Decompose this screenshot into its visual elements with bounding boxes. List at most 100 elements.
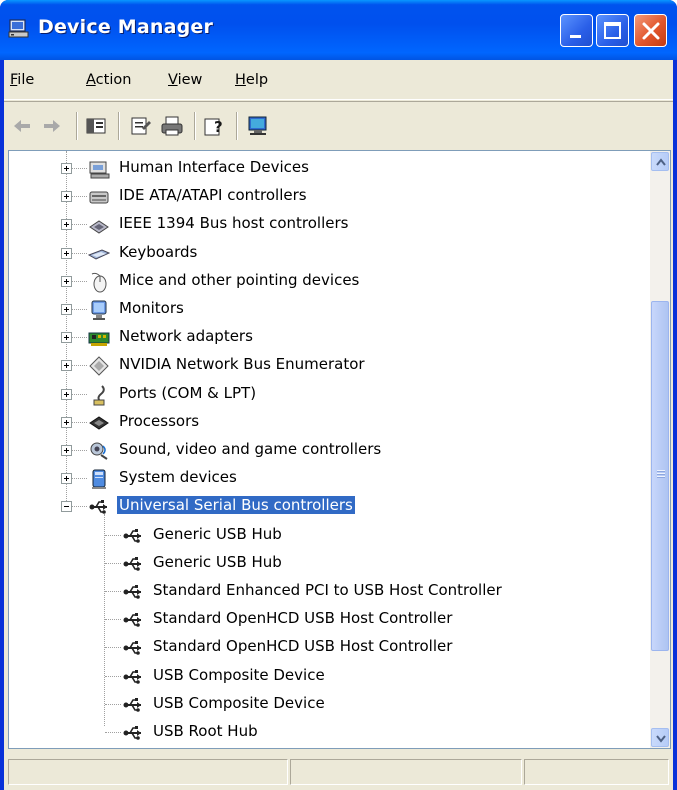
system-device-icon <box>88 468 110 490</box>
tree-category[interactable]: Sound, video and game controllers <box>9 437 649 465</box>
tree-connector <box>105 562 121 564</box>
expand-toggle[interactable] <box>61 388 72 400</box>
usb-icon <box>122 553 144 575</box>
usb-device-item[interactable]: Standard OpenHCD USB Host Controller <box>9 634 649 662</box>
properties-icon[interactable] <box>126 112 154 140</box>
expand-toggle[interactable] <box>61 416 72 428</box>
tree-category[interactable]: Monitors <box>9 296 649 324</box>
toolbar-separator <box>236 112 237 140</box>
show-hide-tree-icon[interactable] <box>82 112 110 140</box>
tree-category-label: Keyboards <box>119 242 198 261</box>
expand-toggle[interactable] <box>61 219 72 231</box>
svg-text:?: ? <box>214 118 223 136</box>
tree-category-label: IDE ATA/ATAPI controllers <box>119 186 307 205</box>
usb-device-label: Generic USB Hub <box>153 524 282 543</box>
tree-category-label: Human Interface Devices <box>119 158 309 176</box>
ieee1394-icon <box>88 214 110 236</box>
menu-help[interactable]: Help <box>235 72 268 88</box>
menu-view[interactable]: View <box>168 72 202 88</box>
tree-connector <box>105 647 121 649</box>
expand-toggle[interactable] <box>61 275 72 287</box>
menu-file[interactable]: File <box>10 72 34 88</box>
status-pane <box>8 759 288 785</box>
window-body: File Action View Help ? Human Interface … <box>4 60 673 790</box>
toolbar: ? <box>4 101 673 149</box>
usb-device-item[interactable]: USB Composite Device <box>9 691 649 719</box>
device-manager-icon <box>8 19 30 39</box>
device-tree[interactable]: Human Interface Devices IDE ATA/ATAPI con… <box>8 150 671 749</box>
usb-icon <box>122 722 144 744</box>
usb-device-label: Generic USB Hub <box>153 552 282 571</box>
network-adapter-icon <box>88 327 110 349</box>
toolbar-separator <box>76 112 77 140</box>
tree-connector <box>105 534 121 536</box>
usb-device-item[interactable]: USB Root Hub <box>9 719 649 747</box>
tree-category[interactable]: Mice and other pointing devices <box>9 268 649 296</box>
bus-enumerator-icon <box>88 355 110 377</box>
help-icon[interactable]: ? <box>200 112 228 140</box>
tree-connector <box>105 619 121 621</box>
expand-toggle[interactable] <box>61 247 72 259</box>
expand-toggle[interactable] <box>61 332 72 344</box>
tree-connector <box>105 732 121 733</box>
tree-category[interactable]: Ports (COM & LPT) <box>9 381 649 409</box>
vertical-scrollbar[interactable] <box>650 151 670 748</box>
tree-connector <box>105 675 121 677</box>
usb-device-item[interactable]: Generic USB Hub <box>9 550 649 578</box>
usb-icon <box>122 637 144 659</box>
usb-device-label: Standard OpenHCD USB Host Controller <box>153 609 453 628</box>
maximize-button[interactable] <box>596 14 629 47</box>
window-title: Device Manager <box>38 16 214 38</box>
usb-device-item[interactable]: Generic USB Hub <box>9 522 649 550</box>
tree-category-label: Ports (COM & LPT) <box>119 383 257 402</box>
usb-device-item[interactable]: Standard Enhanced PCI to USB Host Contro… <box>9 578 649 606</box>
usb-device-label: USB Composite Device <box>153 693 325 712</box>
hid-icon <box>88 158 110 180</box>
expand-toggle[interactable] <box>61 445 72 456</box>
tree-category[interactable]: Network adapters <box>9 324 649 352</box>
scan-hardware-icon[interactable] <box>244 112 272 140</box>
mouse-icon <box>88 271 110 293</box>
tree-category[interactable]: Human Interface Devices <box>9 155 649 183</box>
tree-category[interactable]: NVIDIA Network Bus Enumerator <box>9 352 649 380</box>
tree-category[interactable]: IDE ATA/ATAPI controllers <box>9 183 649 211</box>
minimize-button[interactable] <box>560 14 593 47</box>
usb-device-item[interactable]: Standard OpenHCD USB Host Controller <box>9 606 649 634</box>
back-icon[interactable] <box>8 112 36 140</box>
processor-icon <box>88 412 110 434</box>
tree-category[interactable]: IEEE 1394 Bus host controllers <box>9 211 649 239</box>
title-bar[interactable]: Device Manager <box>0 0 677 60</box>
menu-bar: File Action View Help <box>4 60 673 100</box>
tree-category[interactable]: Processors <box>9 409 649 437</box>
tree-category[interactable]: Keyboards <box>9 240 649 268</box>
usb-device-label: Standard OpenHCD USB Host Controller <box>153 637 453 656</box>
usb-device-label: USB Composite Device <box>153 665 325 684</box>
tree-connector <box>105 591 121 592</box>
print-icon[interactable] <box>158 112 186 140</box>
tree-category[interactable]: Universal Serial Bus controllers <box>9 493 649 521</box>
toolbar-separator <box>194 112 195 140</box>
status-bar <box>4 754 673 790</box>
sound-icon <box>88 440 110 462</box>
scroll-up-button[interactable] <box>651 152 669 171</box>
close-button[interactable] <box>634 14 667 47</box>
status-pane <box>524 759 669 785</box>
usb-device-item[interactable]: USB Composite Device <box>9 663 649 691</box>
menu-action[interactable]: Action <box>86 72 131 88</box>
usb-icon <box>122 525 144 547</box>
tree-category[interactable]: System devices <box>9 465 649 493</box>
scroll-down-button[interactable] <box>651 728 669 747</box>
usb-icon <box>122 666 144 688</box>
expand-toggle[interactable] <box>61 304 72 315</box>
port-icon <box>88 384 110 406</box>
expand-toggle[interactable] <box>61 360 72 372</box>
collapse-toggle[interactable] <box>61 501 72 513</box>
tree-category-label: Monitors <box>119 299 184 317</box>
tree-category-label: Mice and other pointing devices <box>119 270 360 289</box>
scroll-thumb[interactable] <box>651 301 669 651</box>
expand-toggle[interactable] <box>61 473 72 485</box>
expand-toggle[interactable] <box>61 191 72 203</box>
usb-icon <box>122 694 144 716</box>
forward-icon[interactable] <box>38 112 66 140</box>
expand-toggle[interactable] <box>61 163 72 174</box>
